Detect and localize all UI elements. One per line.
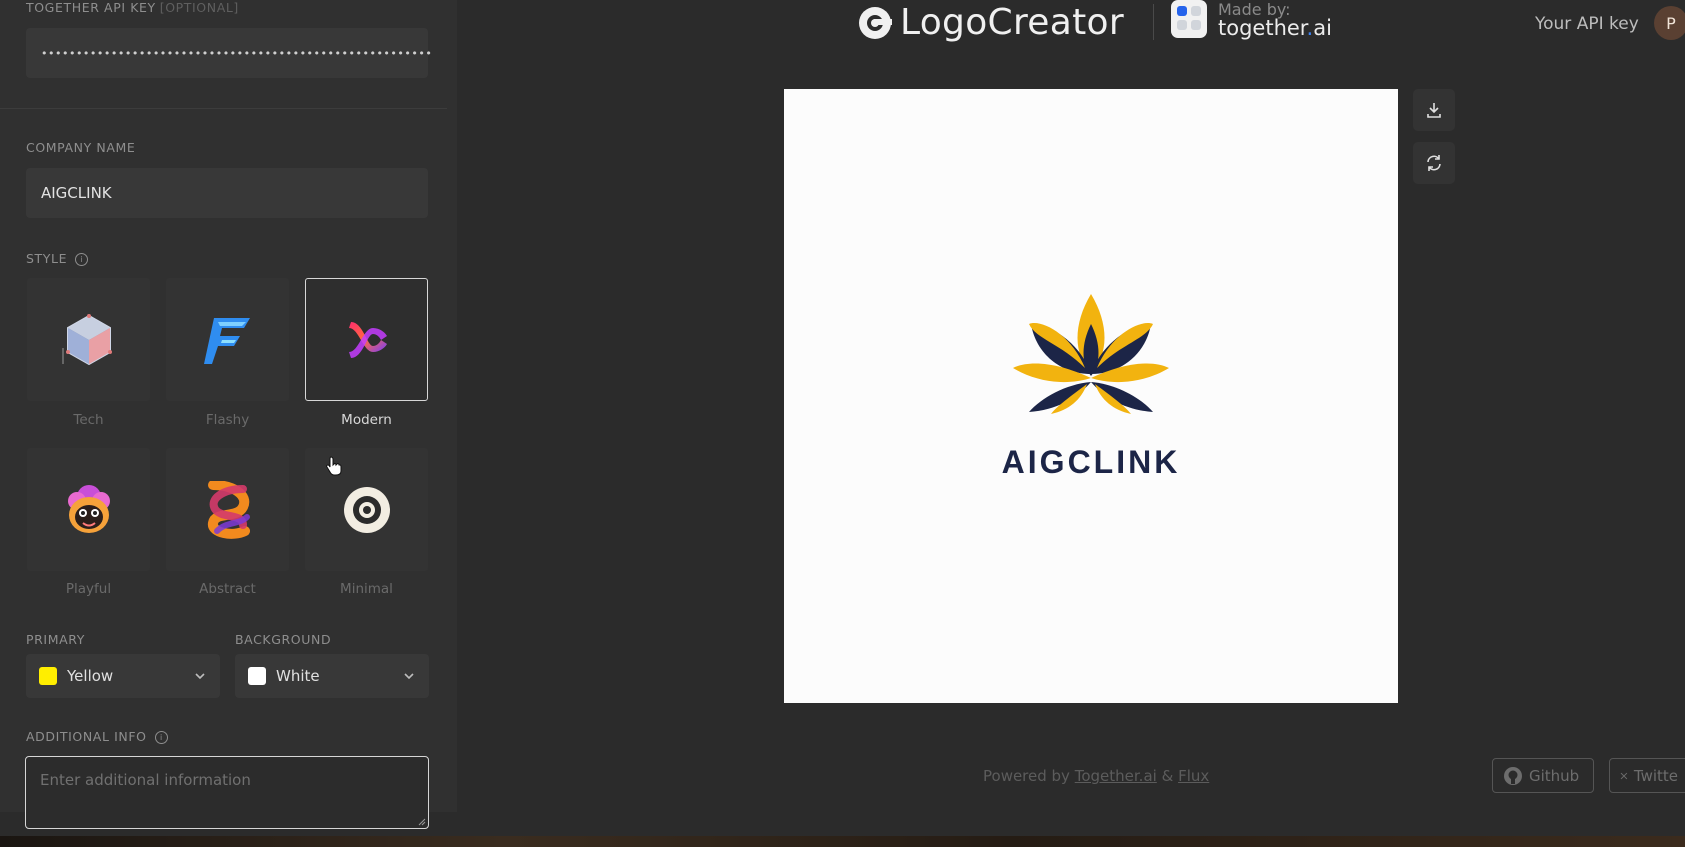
style-name-abstract: Abstract xyxy=(199,581,256,597)
chevron-down-icon xyxy=(195,673,205,680)
hand-cursor-icon xyxy=(326,456,342,476)
primary-color-value: Yellow xyxy=(67,667,114,685)
additional-info-label: ADDITIONAL INFO i xyxy=(26,729,168,744)
style-name-minimal: Minimal xyxy=(340,581,393,597)
style-option-playful[interactable] xyxy=(27,448,150,571)
modern-ribbon-icon xyxy=(348,321,387,358)
background-swatch xyxy=(248,667,266,685)
style-name-playful: Playful xyxy=(65,581,112,597)
abstract-knot-icon xyxy=(207,480,250,539)
background-color-select[interactable]: White xyxy=(235,654,429,698)
logo-wordmark: AIGCLINK xyxy=(1002,444,1181,480)
app-name: LogoCreator xyxy=(900,2,1124,43)
background-label: BACKGROUND xyxy=(235,632,332,647)
sidebar-divider xyxy=(0,108,447,109)
together-ai-footer-link[interactable]: Together.ai xyxy=(1075,767,1157,785)
optional-tag: [OPTIONAL] xyxy=(159,0,239,15)
info-icon[interactable]: i xyxy=(154,731,168,744)
primary-color-select[interactable]: Yellow xyxy=(26,654,220,698)
additional-info-textarea[interactable] xyxy=(40,771,414,814)
app-logo[interactable]: LogoCreator xyxy=(858,2,1124,43)
download-icon xyxy=(1427,103,1441,118)
footer-credits: Powered by Together.ai & Flux xyxy=(983,767,1210,785)
company-name-label: COMPANY NAME xyxy=(26,140,136,155)
style-name-modern: Modern xyxy=(341,412,392,428)
style-label: STYLE i xyxy=(26,251,89,266)
together-logo-icon[interactable] xyxy=(1171,0,1207,38)
resize-grip-icon[interactable] xyxy=(417,817,426,826)
style-option-abstract[interactable] xyxy=(166,448,289,571)
company-name-input[interactable]: AIGCLINK xyxy=(26,168,428,218)
header-divider xyxy=(1153,4,1154,40)
tech-cube-icon xyxy=(62,313,112,365)
background-color-value: White xyxy=(276,667,320,685)
api-key-label: TOGETHER API KEY [OPTIONAL] xyxy=(26,0,239,15)
style-name-flashy: Flashy xyxy=(205,412,250,428)
avatar[interactable]: P xyxy=(1654,6,1685,40)
sidebar: TOGETHER API KEY [OPTIONAL] •••••••••••••… xyxy=(0,0,457,812)
primary-swatch xyxy=(39,667,57,685)
twitter-button[interactable]: Twitte xyxy=(1609,758,1685,793)
flux-footer-link[interactable]: Flux xyxy=(1178,767,1209,785)
regenerate-button[interactable] xyxy=(1413,142,1455,184)
flashy-f-icon xyxy=(203,317,250,364)
logocreator-mark-icon xyxy=(859,6,892,39)
desktop-background-strip xyxy=(0,836,1685,847)
primary-label: PRIMARY xyxy=(26,632,85,647)
download-button[interactable] xyxy=(1413,89,1455,131)
lotus-logo-graphic: AIGCLINK xyxy=(1002,294,1181,480)
chevron-down-icon xyxy=(404,673,414,680)
minimal-circle-icon xyxy=(343,486,390,533)
style-name-tech: Tech xyxy=(73,412,104,428)
github-icon xyxy=(1504,766,1522,785)
info-icon[interactable]: i xyxy=(75,253,89,266)
generated-logo-image: AIGCLINK xyxy=(784,89,1398,703)
refresh-icon xyxy=(1427,155,1441,171)
style-option-minimal[interactable] xyxy=(305,448,428,571)
github-button[interactable]: Github xyxy=(1492,758,1594,793)
your-api-key-link[interactable]: Your API key xyxy=(1535,14,1639,34)
x-twitter-icon xyxy=(1620,772,1628,779)
style-option-modern[interactable] xyxy=(305,278,428,401)
playful-mascot-icon xyxy=(67,484,110,533)
style-option-flashy[interactable] xyxy=(166,278,289,401)
api-key-input[interactable]: ••••••••••••••••••••••••••••••••••••••••… xyxy=(26,28,432,78)
additional-info-field[interactable] xyxy=(25,756,429,829)
together-ai-link[interactable]: together.ai xyxy=(1218,16,1332,40)
style-option-tech[interactable] xyxy=(27,278,150,401)
